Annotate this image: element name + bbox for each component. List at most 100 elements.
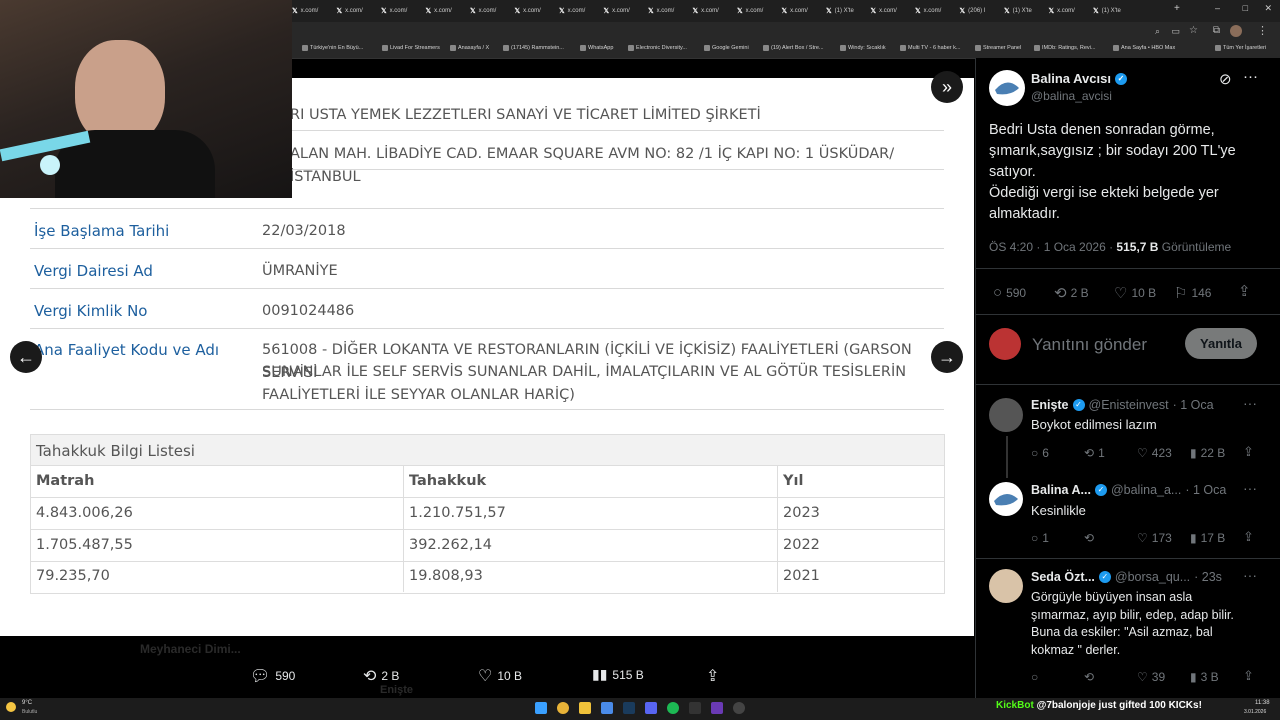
- bookmark-item[interactable]: Windy: Sıcaklık: [840, 45, 886, 51]
- discord-icon[interactable]: [645, 702, 657, 714]
- cast-icon[interactable]: ▭: [1171, 26, 1180, 37]
- app-icon[interactable]: [711, 702, 723, 714]
- bookmark-stat[interactable]: ⚐ 146: [1174, 284, 1211, 302]
- bookmark-item[interactable]: Anasayfa / X: [450, 45, 489, 51]
- author-handle[interactable]: @balina_avcisi: [1031, 89, 1112, 103]
- weather-icon[interactable]: [6, 702, 16, 712]
- more-options-icon[interactable]: ···: [1243, 567, 1257, 583]
- browser-tab[interactable]: 𝕏x.com/: [426, 3, 452, 19]
- like-stat[interactable]: ♡ 39: [1137, 670, 1165, 684]
- views-action[interactable]: ▮▮ 515 B: [592, 666, 644, 683]
- share-action[interactable]: ⇪: [706, 666, 719, 686]
- browser-menu-icon[interactable]: ⋮: [1257, 24, 1268, 37]
- repost-stat[interactable]: ⟲ 1: [1084, 446, 1105, 460]
- chrome-icon[interactable]: [557, 702, 569, 714]
- tweet-time[interactable]: ÖS 4:20 · 1 Oca 2026 ·: [989, 240, 1113, 254]
- browser-tab[interactable]: 𝕏x.com/: [1049, 3, 1075, 19]
- share-icon[interactable]: ⇪: [1243, 668, 1254, 684]
- more-options-icon[interactable]: ···: [1243, 68, 1258, 85]
- browser-tab[interactable]: 𝕏 (1) X'te: [826, 3, 854, 19]
- reply-avatar[interactable]: [989, 569, 1023, 603]
- bookmark-star-icon[interactable]: ☆: [1189, 25, 1198, 36]
- previous-image-button[interactable]: ←: [10, 341, 42, 373]
- next-image-button[interactable]: →: [931, 341, 963, 373]
- search-icon[interactable]: ⌕: [1155, 26, 1160, 37]
- reply-handle[interactable]: @borsa_qu...: [1115, 570, 1190, 584]
- like-action[interactable]: ♡ 10 B: [478, 666, 522, 686]
- epic-icon[interactable]: [689, 702, 701, 714]
- start-icon[interactable]: [535, 702, 547, 714]
- browser-tab[interactable]: 𝕏x.com/: [737, 3, 763, 19]
- bookmark-item[interactable]: Electronic Diversity...: [628, 45, 687, 51]
- reply-stat[interactable]: ○ 590: [993, 284, 1026, 301]
- bookmark-item[interactable]: Ana Sayfa • HBO Max: [1113, 45, 1175, 51]
- views-stat[interactable]: ▮ 22 B: [1190, 446, 1225, 460]
- repost-stat[interactable]: ⟲ 2 B: [1054, 284, 1089, 302]
- browser-tab[interactable]: 𝕏x.com/: [381, 3, 407, 19]
- reply-author[interactable]: Balina A...: [1031, 483, 1091, 497]
- like-stat[interactable]: ♡ 173: [1137, 531, 1172, 545]
- author-name-row[interactable]: Balina Avcısı ✓: [1031, 71, 1127, 86]
- new-tab-icon[interactable]: +: [1174, 3, 1180, 14]
- bookmark-item[interactable]: Türkiye'nin En Büyü...: [302, 45, 363, 51]
- browser-tab[interactable]: 𝕏x.com/: [782, 3, 808, 19]
- views-stat[interactable]: ▮ 17 B: [1190, 531, 1225, 545]
- grok-icon[interactable]: ⊘: [1219, 70, 1232, 88]
- spotify-icon[interactable]: [667, 702, 679, 714]
- like-stat[interactable]: ♡ 423: [1137, 446, 1172, 460]
- reply-submit-button[interactable]: Yanıtla: [1185, 328, 1257, 359]
- user-avatar[interactable]: [989, 328, 1021, 360]
- extensions-icon[interactable]: ⧉: [1213, 25, 1220, 36]
- bookmark-item[interactable]: WhatsApp: [580, 45, 613, 51]
- browser-tab[interactable]: 𝕏 (1) X'te: [1093, 3, 1121, 19]
- repost-stat[interactable]: ⟲: [1084, 670, 1094, 684]
- profile-avatar[interactable]: [1230, 25, 1242, 37]
- file-explorer-icon[interactable]: [579, 702, 591, 714]
- reply-avatar[interactable]: [989, 482, 1023, 516]
- browser-tab[interactable]: 𝕏x.com/: [915, 3, 941, 19]
- reply-author[interactable]: Enişte: [1031, 398, 1069, 412]
- bookmark-item[interactable]: (17145) Rammstein...: [503, 45, 564, 51]
- browser-tab[interactable]: 𝕏 (206) I: [960, 3, 986, 19]
- browser-tab[interactable]: 𝕏x.com/: [871, 3, 897, 19]
- browser-tab[interactable]: 𝕏x.com/: [292, 3, 318, 19]
- bookmark-item[interactable]: Tüm Yer İşaretleri: [1215, 45, 1266, 51]
- reply-action[interactable]: 💬︎ 590: [250, 666, 295, 686]
- bookmark-item[interactable]: Multi TV - 6 haber k...: [900, 45, 960, 51]
- share-icon[interactable]: ⇪: [1238, 282, 1251, 300]
- browser-tab[interactable]: 𝕏x.com/: [515, 3, 541, 19]
- author-avatar[interactable]: [989, 70, 1025, 106]
- reply-stat[interactable]: ○ 1: [1031, 531, 1049, 545]
- browser-tab[interactable]: 𝕏x.com/: [604, 3, 630, 19]
- reply-time[interactable]: · 1 Oca: [1173, 398, 1214, 412]
- reply-time[interactable]: · 1 Oca: [1185, 483, 1226, 497]
- browser-tab[interactable]: 𝕏x.com/: [693, 3, 719, 19]
- reply-author[interactable]: Seda Özt...: [1031, 570, 1095, 584]
- browser-tab[interactable]: 𝕏x.com/: [470, 3, 496, 19]
- expand-panel-button[interactable]: »: [931, 71, 963, 103]
- views-stat[interactable]: ▮ 3 B: [1190, 670, 1219, 684]
- repost-stat[interactable]: ⟲: [1084, 531, 1094, 545]
- reply-handle[interactable]: @balina_a...: [1111, 483, 1181, 497]
- maximize-icon[interactable]: □: [1243, 3, 1248, 13]
- bookmark-item[interactable]: (19) Alert Box / Stre...: [763, 45, 824, 51]
- browser-tab[interactable]: 𝕏x.com/: [648, 3, 674, 19]
- browser-tab[interactable]: 𝕏 (1) X'te: [1004, 3, 1032, 19]
- bookmark-item[interactable]: Livad For Streamers: [382, 45, 440, 51]
- like-stat[interactable]: ♡ 10 B: [1114, 284, 1156, 302]
- browser-tab[interactable]: 𝕏x.com/: [559, 3, 585, 19]
- bookmark-item[interactable]: Streamer Panel: [975, 45, 1021, 51]
- steam-icon[interactable]: [623, 702, 635, 714]
- reply-time[interactable]: · 23s: [1194, 570, 1222, 584]
- bookmark-item[interactable]: IMDb: Ratings, Revi...: [1034, 45, 1096, 51]
- minimize-icon[interactable]: –: [1215, 3, 1220, 13]
- reply-stat[interactable]: ○ 6: [1031, 446, 1049, 460]
- store-icon[interactable]: [601, 702, 613, 714]
- reply-handle[interactable]: @Enisteinvest: [1089, 398, 1169, 412]
- close-window-icon[interactable]: ✕: [1264, 3, 1272, 14]
- reply-stat[interactable]: ○: [1031, 670, 1038, 684]
- share-icon[interactable]: ⇪: [1243, 444, 1254, 460]
- more-options-icon[interactable]: ···: [1243, 480, 1257, 496]
- obs-icon[interactable]: [733, 702, 745, 714]
- share-icon[interactable]: ⇪: [1243, 529, 1254, 545]
